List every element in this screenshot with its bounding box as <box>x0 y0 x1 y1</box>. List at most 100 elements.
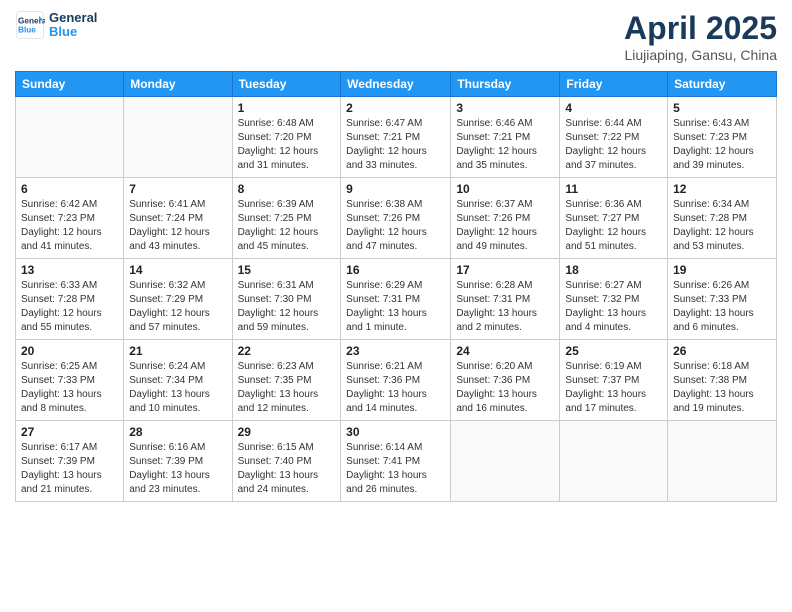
calendar-cell: 25 Sunrise: 6:19 AM Sunset: 7:37 PM Dayli… <box>560 340 668 421</box>
col-friday: Friday <box>560 72 668 97</box>
day-number: 4 <box>565 101 662 115</box>
day-number: 10 <box>456 182 554 196</box>
day-number: 2 <box>346 101 445 115</box>
page: General Blue General Blue April 2025 Liu… <box>0 0 792 612</box>
day-number: 16 <box>346 263 445 277</box>
calendar-cell: 10 Sunrise: 6:37 AM Sunset: 7:26 PM Dayli… <box>451 178 560 259</box>
day-number: 26 <box>673 344 771 358</box>
day-number: 27 <box>21 425 118 439</box>
calendar-cell: 20Sunrise: 6:25 AM Sunset: 7:33 PM Dayli… <box>16 340 124 421</box>
day-info: Sunrise: 6:44 AM Sunset: 7:22 PM Dayligh… <box>565 117 662 173</box>
col-sunday: Sunday <box>16 72 124 97</box>
day-info: Sunrise: 6:46 AM Sunset: 7:21 PM Dayligh… <box>456 117 554 173</box>
day-info: Sunrise: 6:28 AM Sunset: 7:31 PM Dayligh… <box>456 279 554 335</box>
day-number: 17 <box>456 263 554 277</box>
calendar-cell: 15 Sunrise: 6:31 AM Sunset: 7:30 PM Dayli… <box>232 259 341 340</box>
day-number: 23 <box>346 344 445 358</box>
day-number: 18 <box>565 263 662 277</box>
logo-icon: General Blue <box>15 10 45 40</box>
day-info: Sunrise: 6:15 AM Sunset: 7:40 PM Dayligh… <box>238 441 336 497</box>
col-saturday: Saturday <box>668 72 777 97</box>
calendar-cell: 19Sunrise: 6:26 AM Sunset: 7:33 PM Dayli… <box>668 259 777 340</box>
calendar-cell: 14 Sunrise: 6:32 AM Sunset: 7:29 PM Dayli… <box>124 259 232 340</box>
logo: General Blue General Blue <box>15 10 97 40</box>
day-info: Sunrise: 6:38 AM Sunset: 7:26 PM Dayligh… <box>346 198 445 254</box>
calendar-cell: 17 Sunrise: 6:28 AM Sunset: 7:31 PM Dayli… <box>451 259 560 340</box>
day-number: 5 <box>673 101 771 115</box>
day-info: Sunrise: 6:24 AM Sunset: 7:34 PM Dayligh… <box>129 360 226 416</box>
calendar-cell: 26 Sunrise: 6:18 AM Sunset: 7:38 PM Dayli… <box>668 340 777 421</box>
calendar-cell: 2 Sunrise: 6:47 AM Sunset: 7:21 PM Daylig… <box>341 97 451 178</box>
svg-text:General: General <box>18 17 45 26</box>
day-number: 21 <box>129 344 226 358</box>
day-info: Sunrise: 6:31 AM Sunset: 7:30 PM Dayligh… <box>238 279 336 335</box>
calendar-header-row: Sunday Monday Tuesday Wednesday Thursday… <box>16 72 777 97</box>
col-wednesday: Wednesday <box>341 72 451 97</box>
day-number: 24 <box>456 344 554 358</box>
day-info: Sunrise: 6:41 AM Sunset: 7:24 PM Dayligh… <box>129 198 226 254</box>
header: General Blue General Blue April 2025 Liu… <box>15 10 777 63</box>
calendar-cell: 22 Sunrise: 6:23 AM Sunset: 7:35 PM Dayli… <box>232 340 341 421</box>
calendar-cell <box>451 421 560 502</box>
day-info: Sunrise: 6:25 AM Sunset: 7:33 PM Dayligh… <box>21 360 118 416</box>
calendar-cell <box>560 421 668 502</box>
calendar-cell: 9Sunrise: 6:38 AM Sunset: 7:26 PM Daylig… <box>341 178 451 259</box>
day-number: 11 <box>565 182 662 196</box>
calendar-cell: 7 Sunrise: 6:41 AM Sunset: 7:24 PM Daylig… <box>124 178 232 259</box>
calendar-cell: 27 Sunrise: 6:17 AM Sunset: 7:39 PM Dayli… <box>16 421 124 502</box>
day-info: Sunrise: 6:36 AM Sunset: 7:27 PM Dayligh… <box>565 198 662 254</box>
day-number: 15 <box>238 263 336 277</box>
day-info: Sunrise: 6:16 AM Sunset: 7:39 PM Dayligh… <box>129 441 226 497</box>
calendar-cell: 30 Sunrise: 6:14 AM Sunset: 7:41 PM Dayli… <box>341 421 451 502</box>
calendar-cell: 13 Sunrise: 6:33 AM Sunset: 7:28 PM Dayli… <box>16 259 124 340</box>
logo-text: General Blue <box>49 11 97 40</box>
day-number: 30 <box>346 425 445 439</box>
location: Liujiaping, Gansu, China <box>624 47 777 63</box>
day-info: Sunrise: 6:18 AM Sunset: 7:38 PM Dayligh… <box>673 360 771 416</box>
day-number: 25 <box>565 344 662 358</box>
calendar-cell: 21 Sunrise: 6:24 AM Sunset: 7:34 PM Dayli… <box>124 340 232 421</box>
day-number: 3 <box>456 101 554 115</box>
day-info: Sunrise: 6:47 AM Sunset: 7:21 PM Dayligh… <box>346 117 445 173</box>
col-thursday: Thursday <box>451 72 560 97</box>
calendar-cell: 3 Sunrise: 6:46 AM Sunset: 7:21 PM Daylig… <box>451 97 560 178</box>
day-info: Sunrise: 6:34 AM Sunset: 7:28 PM Dayligh… <box>673 198 771 254</box>
day-info: Sunrise: 6:48 AM Sunset: 7:20 PM Dayligh… <box>238 117 336 173</box>
calendar-cell: 8 Sunrise: 6:39 AM Sunset: 7:25 PM Daylig… <box>232 178 341 259</box>
month-title: April 2025 <box>624 10 777 47</box>
title-block: April 2025 Liujiaping, Gansu, China <box>624 10 777 63</box>
calendar-cell: 1 Sunrise: 6:48 AM Sunset: 7:20 PM Daylig… <box>232 97 341 178</box>
day-number: 13 <box>21 263 118 277</box>
col-monday: Monday <box>124 72 232 97</box>
day-number: 1 <box>238 101 336 115</box>
day-info: Sunrise: 6:19 AM Sunset: 7:37 PM Dayligh… <box>565 360 662 416</box>
day-number: 14 <box>129 263 226 277</box>
day-info: Sunrise: 6:14 AM Sunset: 7:41 PM Dayligh… <box>346 441 445 497</box>
day-info: Sunrise: 6:23 AM Sunset: 7:35 PM Dayligh… <box>238 360 336 416</box>
day-info: Sunrise: 6:20 AM Sunset: 7:36 PM Dayligh… <box>456 360 554 416</box>
day-info: Sunrise: 6:32 AM Sunset: 7:29 PM Dayligh… <box>129 279 226 335</box>
calendar-cell: 5 Sunrise: 6:43 AM Sunset: 7:23 PM Daylig… <box>668 97 777 178</box>
day-info: Sunrise: 6:17 AM Sunset: 7:39 PM Dayligh… <box>21 441 118 497</box>
col-tuesday: Tuesday <box>232 72 341 97</box>
day-info: Sunrise: 6:42 AM Sunset: 7:23 PM Dayligh… <box>21 198 118 254</box>
day-number: 7 <box>129 182 226 196</box>
calendar-cell: 6Sunrise: 6:42 AM Sunset: 7:23 PM Daylig… <box>16 178 124 259</box>
day-number: 8 <box>238 182 336 196</box>
calendar-cell: 24 Sunrise: 6:20 AM Sunset: 7:36 PM Dayli… <box>451 340 560 421</box>
calendar-cell: 18 Sunrise: 6:27 AM Sunset: 7:32 PM Dayli… <box>560 259 668 340</box>
day-number: 22 <box>238 344 336 358</box>
calendar-cell: 23Sunrise: 6:21 AM Sunset: 7:36 PM Dayli… <box>341 340 451 421</box>
day-number: 19 <box>673 263 771 277</box>
calendar-cell: 16Sunrise: 6:29 AM Sunset: 7:31 PM Dayli… <box>341 259 451 340</box>
svg-text:Blue: Blue <box>18 26 36 35</box>
day-info: Sunrise: 6:39 AM Sunset: 7:25 PM Dayligh… <box>238 198 336 254</box>
calendar-cell: 4 Sunrise: 6:44 AM Sunset: 7:22 PM Daylig… <box>560 97 668 178</box>
calendar-cell: 29Sunrise: 6:15 AM Sunset: 7:40 PM Dayli… <box>232 421 341 502</box>
day-info: Sunrise: 6:43 AM Sunset: 7:23 PM Dayligh… <box>673 117 771 173</box>
calendar-table: Sunday Monday Tuesday Wednesday Thursday… <box>15 71 777 502</box>
day-info: Sunrise: 6:37 AM Sunset: 7:26 PM Dayligh… <box>456 198 554 254</box>
day-info: Sunrise: 6:27 AM Sunset: 7:32 PM Dayligh… <box>565 279 662 335</box>
day-info: Sunrise: 6:33 AM Sunset: 7:28 PM Dayligh… <box>21 279 118 335</box>
calendar-cell <box>124 97 232 178</box>
